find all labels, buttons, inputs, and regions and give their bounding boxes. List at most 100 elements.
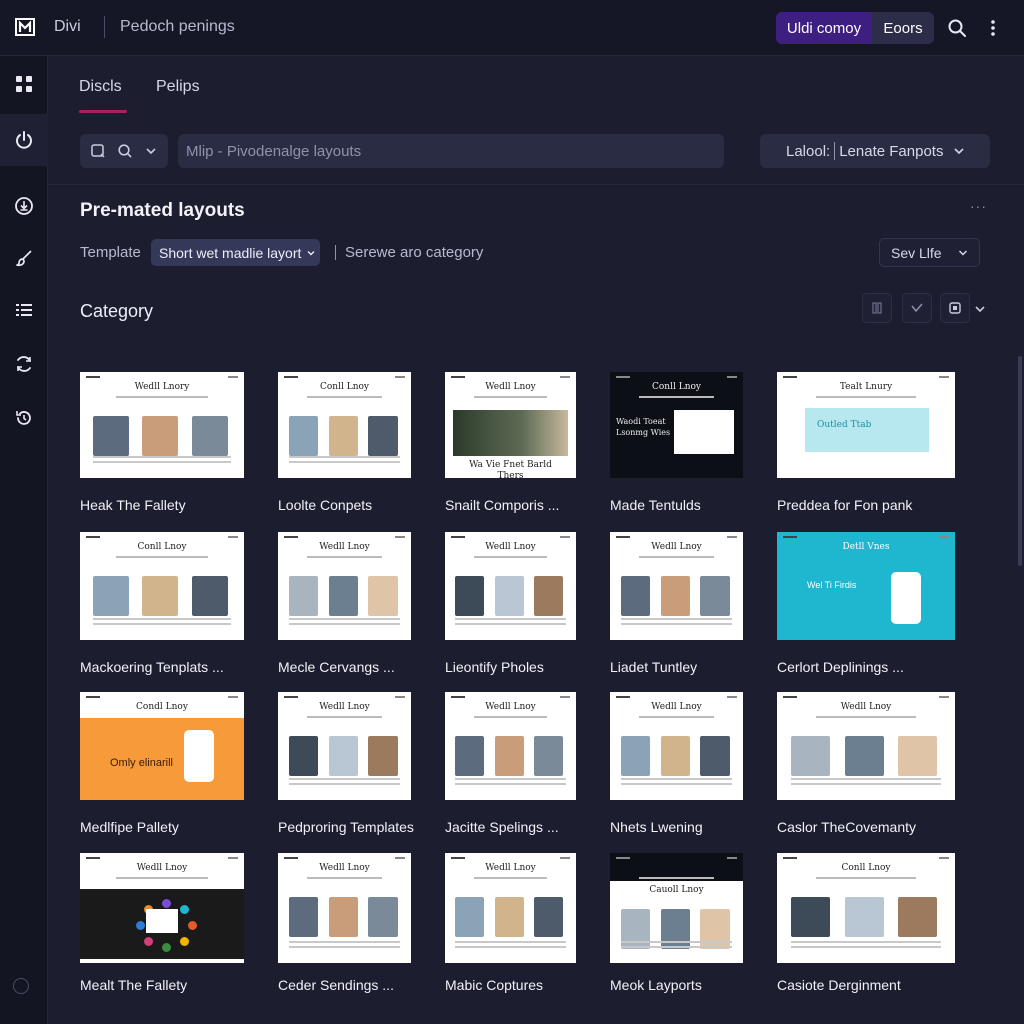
view-columns-button[interactable] xyxy=(862,293,892,323)
layout-card-title[interactable]: Snailt Comporis ... xyxy=(445,497,559,513)
layout-thumbnail[interactable]: Wedll Lnoy xyxy=(445,853,576,963)
thumbnail-photo xyxy=(534,897,563,937)
view-check-button[interactable] xyxy=(902,293,932,323)
more-vertical-icon[interactable] xyxy=(981,16,1005,40)
layout-thumbnail[interactable]: Detll Vnes Wel Ti Firdis xyxy=(777,532,955,640)
layout-card-title[interactable]: Meok Layports xyxy=(610,977,702,993)
layout-card[interactable]: Wedll Lnory Heak The Fallety xyxy=(80,372,244,517)
status-circle-icon[interactable] xyxy=(13,978,29,994)
sidebar-item-power[interactable] xyxy=(0,114,48,166)
thumbnail-nav xyxy=(86,857,100,859)
layout-card[interactable]: Wedll Lnoy Pedproring Templates xyxy=(278,692,414,839)
sidebar-item-download[interactable] xyxy=(0,180,48,232)
layout-search-input[interactable] xyxy=(178,134,724,168)
layout-card-title[interactable]: Mealt The Fallety xyxy=(80,977,187,993)
thumbnail-heading: Cauoll Lnoy xyxy=(649,885,704,895)
layout-card[interactable]: Conll Lnoy Mackoering Tenplats ... xyxy=(80,532,244,679)
layout-card-title[interactable]: Nhets Lwening xyxy=(610,819,703,835)
layout-thumbnail[interactable]: Wedll Lnoy xyxy=(445,692,576,800)
layout-card-title[interactable]: Mackoering Tenplats ... xyxy=(80,659,224,675)
layout-card[interactable]: Detll Vnes Wel Ti Firdis Cerlort Deplining… xyxy=(777,532,955,679)
chevron-down-icon[interactable] xyxy=(973,302,987,316)
layout-thumbnail[interactable]: Conll Lnoy Waodi Toeat Lsonmg Wies xyxy=(610,372,743,478)
layout-card-title[interactable]: Loolte Conpets xyxy=(278,497,372,513)
layout-card-title[interactable]: Lieontify Pholes xyxy=(445,659,544,675)
layout-card-title[interactable]: Made Tentulds xyxy=(610,497,701,513)
thumbnail-nav xyxy=(616,857,630,859)
layout-card[interactable]: Wedll Lnoy Mabic Coptures xyxy=(445,853,576,997)
layout-card[interactable]: Wedll Lnoy Ceder Sendings ... xyxy=(278,853,411,997)
layout-thumbnail[interactable]: Conll Lnoy xyxy=(777,853,955,963)
layout-card[interactable]: Wedll Lnoy Lieontify Pholes xyxy=(445,532,576,679)
layout-card[interactable]: Condl Lnoy Omly elinarill Medlfipe Pallety xyxy=(80,692,244,839)
category-filter-hint[interactable]: Serewe aro category xyxy=(345,244,483,261)
scrollbar[interactable] xyxy=(1018,356,1022,566)
layout-card-title[interactable]: Medlfipe Pallety xyxy=(80,819,179,835)
layout-thumbnail[interactable]: Tealt Lnury Outled Ttab xyxy=(777,372,955,478)
layout-card[interactable]: Tealt Lnury Outled Ttab Preddea for Fon pa… xyxy=(777,372,955,517)
layout-card[interactable]: Wedll Lnoy Caslor TheCovemanty xyxy=(777,692,955,839)
primary-action-button[interactable]: Uldi comoy xyxy=(776,12,872,44)
scan-icon[interactable] xyxy=(90,143,106,159)
thumbnail-nav xyxy=(727,536,737,538)
search-icon[interactable] xyxy=(945,16,969,40)
layout-card[interactable]: Wedll Lnoy Mealt The Fallety xyxy=(80,853,244,997)
label-filter-select[interactable]: Lalool: Lenate Fanpots xyxy=(760,134,990,168)
layout-card[interactable]: Conll Lnoy Loolte Conpets xyxy=(278,372,411,517)
tab-discls[interactable]: Discls xyxy=(79,78,122,96)
layout-card-title[interactable]: Ceder Sendings ... xyxy=(278,977,394,993)
layout-card-title[interactable]: Heak The Fallety xyxy=(80,497,186,513)
app-logo-icon[interactable] xyxy=(14,16,36,38)
layout-card-title[interactable]: Liadet Tuntley xyxy=(610,659,697,675)
layout-card[interactable]: Cauoll Lnoy Meok Layports xyxy=(610,853,743,997)
layout-card[interactable]: Wedll Lnoy Liadet Tuntley xyxy=(610,532,743,679)
layout-thumbnail[interactable]: Wedll Lnoy Wa Vie Fnet Barld Thers xyxy=(445,372,576,478)
thumbnail-heading: Conll Lnoy xyxy=(652,382,701,392)
layout-card[interactable]: Conll Lnoy Waodi Toeat Lsonmg Wies Made Te… xyxy=(610,372,743,517)
thumbnail-subtitle xyxy=(816,716,916,718)
more-options-button[interactable]: ··· xyxy=(970,198,987,214)
layout-thumbnail[interactable]: Wedll Lnoy xyxy=(278,692,411,800)
layout-card[interactable]: Wedll Lnoy Mecle Cervangs ... xyxy=(278,532,411,679)
layout-thumbnail[interactable]: Wedll Lnory xyxy=(80,372,244,478)
layout-thumbnail[interactable]: Wedll Lnoy xyxy=(278,853,411,963)
view-card-button[interactable] xyxy=(940,293,970,323)
list-icon xyxy=(16,304,32,316)
layout-thumbnail[interactable]: Cauoll Lnoy xyxy=(610,853,743,963)
layout-card[interactable]: Wedll Lnoy Nhets Lwening xyxy=(610,692,743,839)
layout-thumbnail[interactable]: Wedll Lnoy xyxy=(610,532,743,640)
sidebar-item-brush[interactable] xyxy=(0,232,48,284)
layout-thumbnail[interactable]: Conll Lnoy xyxy=(80,532,244,640)
tab-pelips[interactable]: Pelips xyxy=(156,78,200,96)
layout-card-title[interactable]: Mecle Cervangs ... xyxy=(278,659,395,675)
template-filter-chip[interactable]: Short wet madlie layort xyxy=(151,239,320,266)
layout-thumbnail[interactable]: Wedll Lnoy xyxy=(278,532,411,640)
layout-card-title[interactable]: Jacitte Spelings ... xyxy=(445,819,559,835)
chevron-down-icon[interactable] xyxy=(144,144,158,158)
layout-thumbnail[interactable]: Wedll Lnoy xyxy=(445,532,576,640)
thumbnail-nav xyxy=(228,696,238,698)
layout-card-title[interactable]: Preddea for Fon pank xyxy=(777,497,912,513)
layout-card[interactable]: Conll Lnoy Casiote Derginment xyxy=(777,853,955,997)
sidebar-item-list[interactable] xyxy=(0,284,48,336)
breadcrumb[interactable]: Pedoch penings xyxy=(120,18,235,36)
sort-select[interactable]: Sev Llfe xyxy=(879,238,980,267)
layout-card-title[interactable]: Mabic Coptures xyxy=(445,977,543,993)
layout-card-title[interactable]: Caslor TheCovemanty xyxy=(777,819,916,835)
thumbnail-heading: Detll Vnes xyxy=(842,542,890,552)
layout-thumbnail[interactable]: Wedll Lnoy xyxy=(80,853,244,963)
sidebar-item-history[interactable] xyxy=(0,392,48,444)
search-icon[interactable] xyxy=(117,143,133,159)
layout-thumbnail[interactable]: Wedll Lnoy xyxy=(610,692,743,800)
layout-thumbnail[interactable]: Wedll Lnoy xyxy=(777,692,955,800)
layout-thumbnail[interactable]: Condl Lnoy Omly elinarill xyxy=(80,692,244,800)
layout-card-title[interactable]: Cerlort Deplinings ... xyxy=(777,659,904,675)
sidebar-item-sync[interactable] xyxy=(0,338,48,390)
layout-card[interactable]: Wedll Lnoy Jacitte Spelings ... xyxy=(445,692,576,839)
sidebar-item-grid[interactable] xyxy=(0,58,48,110)
layout-card[interactable]: Wedll Lnoy Wa Vie Fnet Barld Thers Snailt … xyxy=(445,372,576,517)
layout-card-title[interactable]: Casiote Derginment xyxy=(777,977,901,993)
layout-card-title[interactable]: Pedproring Templates xyxy=(278,819,414,835)
secondary-action-button[interactable]: Eoors xyxy=(872,12,934,44)
layout-thumbnail[interactable]: Conll Lnoy xyxy=(278,372,411,478)
